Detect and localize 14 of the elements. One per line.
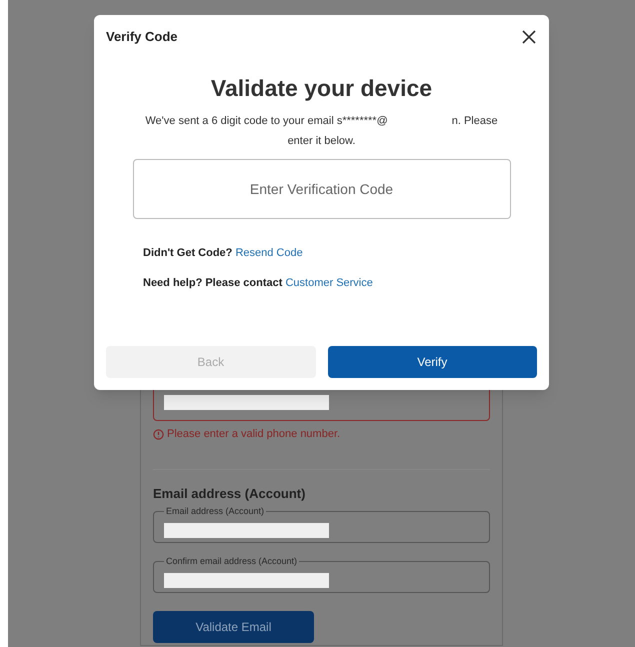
- help-link[interactable]: Resend Code: [235, 247, 303, 259]
- help-text: Didn't Get Code? Resend Code: [143, 246, 304, 261]
- error-icon: [153, 428, 164, 440]
- help-link[interactable]: Customer Service: [285, 277, 373, 289]
- help-text: Need help? Please contact Customer Service: [143, 276, 374, 291]
- dialog-message: We've sent a 6 digit code to your email s********@ n. Please enter it below.: [144, 114, 499, 149]
- dialog-title: Verify Code: [106, 28, 178, 46]
- validate-email-button[interactable]: Validate Email: [153, 611, 314, 643]
- close-icon[interactable]: [521, 28, 537, 45]
- section-heading: Email address (Account): [153, 484, 306, 503]
- error-message: Please enter a valid phone number.: [167, 427, 340, 442]
- dialog-heading: Validate your device: [210, 74, 434, 103]
- code-input-field[interactable]: Enter Verification Code: [132, 159, 510, 219]
- verify-button[interactable]: Verify: [328, 346, 537, 378]
